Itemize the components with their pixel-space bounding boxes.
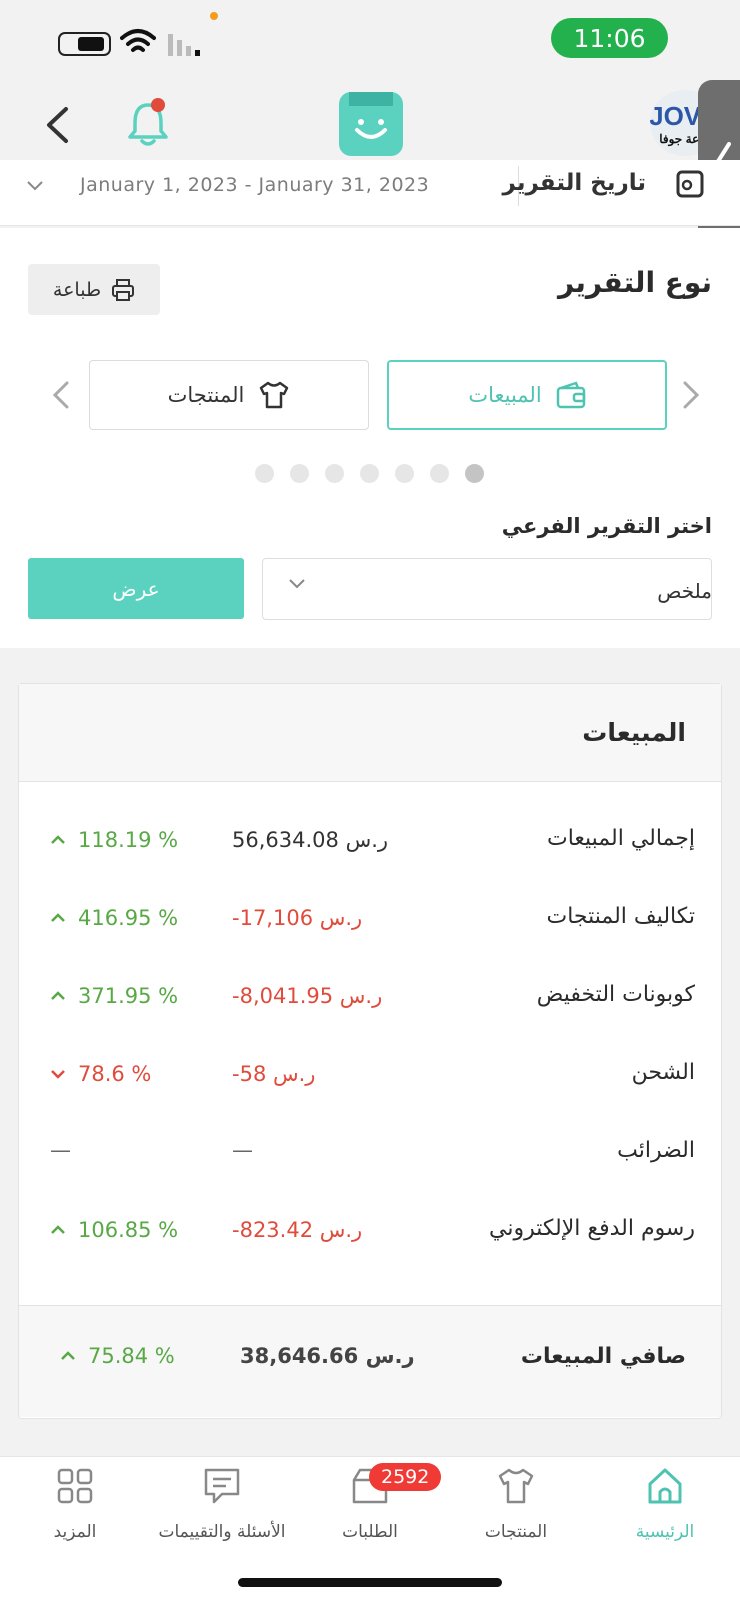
tile-label: المبيعات <box>468 383 542 407</box>
report-tile-products[interactable]: المنتجات <box>89 360 369 430</box>
trend-up-icon <box>51 835 65 844</box>
page-dot-active[interactable] <box>465 464 484 483</box>
metric-change: 118.19 % <box>50 828 178 852</box>
metric-value: -17,106 ر.س <box>232 906 363 930</box>
metric-change-value: 371.95 % <box>78 984 179 1008</box>
tile-label: المنتجات <box>167 383 245 407</box>
chevron-down-icon <box>27 181 43 191</box>
nav-label: الطلبات <box>342 1522 398 1542</box>
print-label: طباعة <box>52 278 102 301</box>
signal-icon <box>168 34 200 56</box>
carousel-next-arrow[interactable] <box>676 378 706 412</box>
page-dot[interactable] <box>290 464 309 483</box>
trend-up-icon <box>51 913 65 922</box>
metric-label: الضرائب <box>617 1138 695 1163</box>
sub-report-label: اختر التقرير الفرعي <box>501 514 712 538</box>
show-report-button[interactable]: عرض <box>28 558 244 619</box>
calendar-icon <box>676 170 704 198</box>
chevron-down-icon <box>289 579 305 589</box>
metric-label: إجمالي المبيعات <box>546 826 695 851</box>
home-icon <box>648 1468 682 1504</box>
metric-label: رسوم الدفع الإلكتروني <box>489 1216 695 1241</box>
metric-value: -58 ر.س <box>232 1062 316 1086</box>
smile-icon <box>349 92 393 139</box>
sub-report-selected-value: ملخص <box>657 579 712 603</box>
trend-up-icon <box>51 991 65 1000</box>
page-dot[interactable] <box>395 464 414 483</box>
battery-icon <box>58 32 111 56</box>
page-dot[interactable] <box>325 464 344 483</box>
trend-up-icon <box>51 1225 65 1234</box>
trend-up-icon <box>61 1351 75 1360</box>
metric-value: 56,634.08 ر.س <box>232 828 389 852</box>
net-sales-change-value: 75.84 % <box>88 1344 175 1368</box>
nav-label: المزيد <box>53 1522 97 1542</box>
metric-label: الشحن <box>631 1060 695 1085</box>
metric-change-value: 106.85 % <box>78 1218 179 1242</box>
page-dot[interactable] <box>360 464 379 483</box>
nav-item-questions-reviews[interactable]: الأسئلة والتقييمات <box>147 1466 297 1542</box>
printer-icon <box>112 278 135 301</box>
metric-change: 371.95 % <box>50 984 178 1008</box>
notification-bell-icon[interactable] <box>126 97 170 147</box>
chat-icon <box>204 1468 240 1504</box>
wifi-icon <box>120 29 156 52</box>
metric-change-value: 78.6 % <box>78 1062 152 1086</box>
metric-change: 78.6 % <box>50 1062 151 1086</box>
sub-report-select[interactable] <box>262 558 712 620</box>
wallet-icon <box>556 381 585 409</box>
status-time: 11:06 <box>551 18 668 58</box>
report-tile-sales[interactable]: المبيعات <box>387 360 667 430</box>
grid-icon <box>57 1468 93 1504</box>
back-chevron-icon[interactable] <box>44 106 70 144</box>
chevron-right-icon <box>683 381 700 409</box>
privacy-indicator-dot <box>210 12 218 20</box>
metric-label: تكاليف المنتجات <box>546 904 695 929</box>
report-date-label: تاريخ التقرير <box>502 170 646 196</box>
nav-item-products[interactable]: المنتجات <box>441 1466 591 1542</box>
app-logo <box>339 92 403 156</box>
page-dot[interactable] <box>255 464 274 483</box>
metric-change-value: 416.95 % <box>78 906 179 930</box>
report-type-title: نوع التقرير <box>558 266 712 299</box>
nav-label: المنتجات <box>484 1522 548 1542</box>
net-sales-label: صافي المبيعات <box>520 1344 686 1369</box>
metric-value: — <box>232 1138 253 1162</box>
page-dot[interactable] <box>430 464 449 483</box>
metric-value: -823.42 ر.س <box>232 1218 363 1242</box>
tshirt-icon <box>498 1468 534 1504</box>
print-button[interactable]: طباعة <box>28 264 160 315</box>
metric-label: كوبونات التخفيض <box>536 982 695 1007</box>
nav-label: الرئيسية <box>635 1522 695 1542</box>
metric-change: 106.85 % <box>50 1218 178 1242</box>
metric-value: -8,041.95 ر.س <box>232 984 383 1008</box>
sales-card-title: المبيعات <box>582 718 686 747</box>
carousel-prev-arrow[interactable] <box>46 378 76 412</box>
nav-item-home[interactable]: الرئيسية <box>590 1466 740 1542</box>
home-indicator <box>238 1578 502 1587</box>
net-sales-change: 75.84 % <box>60 1344 175 1368</box>
metric-change-value: — <box>50 1138 71 1162</box>
metric-change: — <box>50 1138 71 1162</box>
date-range-value: January 1, 2023 - January 31, 2023 <box>80 174 430 196</box>
net-sales-value: 38,646.66 ر.س <box>240 1344 415 1368</box>
nav-label: الأسئلة والتقييمات <box>158 1522 286 1542</box>
metric-change: 416.95 % <box>50 906 178 930</box>
chevron-left-icon <box>52 381 69 409</box>
carousel-pagination <box>255 464 484 483</box>
tshirt-icon <box>260 381 289 409</box>
trend-down-icon <box>51 1070 65 1079</box>
nav-item-more[interactable]: المزيد <box>0 1466 150 1542</box>
orders-count-badge: 2592 <box>369 1463 442 1491</box>
metric-change-value: 118.19 % <box>78 828 179 852</box>
